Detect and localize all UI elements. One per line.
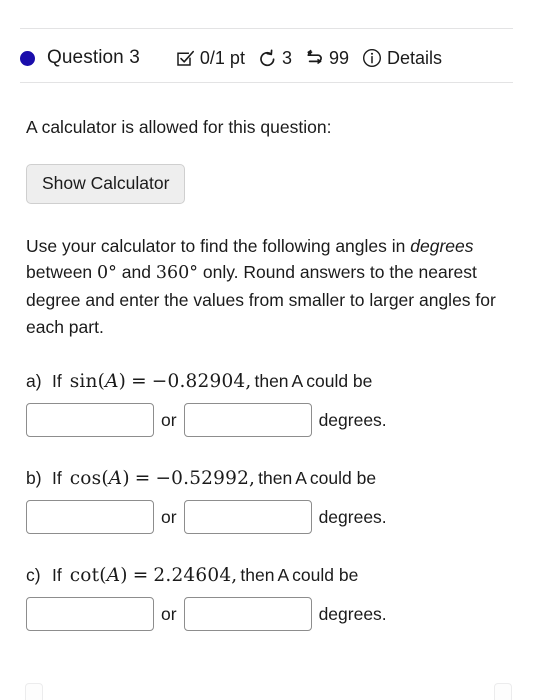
part-c-answer-input-1[interactable] bbox=[26, 597, 154, 632]
part-c-then-variable: A bbox=[277, 565, 290, 586]
part-b-if: If bbox=[52, 468, 62, 489]
part-b-paren-close: ) bbox=[122, 468, 130, 490]
attempts-group: 3 bbox=[258, 48, 292, 69]
part-b-then-variable: A bbox=[295, 468, 307, 489]
max-angle-value: 360° bbox=[155, 263, 199, 284]
part-a-or-label: or bbox=[161, 409, 177, 430]
part-a-variable: A bbox=[105, 371, 119, 393]
part-c-if: If bbox=[52, 565, 62, 586]
info-circle-icon[interactable] bbox=[362, 48, 382, 68]
part-a-if: If bbox=[52, 371, 62, 392]
part-a-value: −0.82904 bbox=[151, 371, 246, 393]
question-part-a: a) If sin(A) = −0.82904, then A could be o… bbox=[26, 370, 513, 438]
part-c-answer-row: or degrees. bbox=[26, 597, 513, 632]
details-label[interactable]: Details bbox=[387, 48, 442, 69]
question-header: Question 3 0/1 pt 3 99 Details bbox=[20, 40, 513, 76]
attempts-text: 3 bbox=[281, 47, 292, 68]
versions-text: 99 bbox=[328, 47, 349, 68]
part-a-then: then bbox=[254, 371, 289, 392]
part-b-paren-open: ( bbox=[101, 468, 109, 490]
part-b-comma: , bbox=[249, 468, 256, 490]
part-b-answer-input-2[interactable] bbox=[183, 500, 312, 535]
part-b-expression: cos(A) = −0.52992, bbox=[70, 467, 255, 491]
details-group[interactable]: Details bbox=[362, 48, 442, 69]
swap-arrows-icon bbox=[305, 49, 324, 68]
part-a-then-variable: A bbox=[291, 371, 304, 392]
instructions-paragraph: Use your calculator to find the followin… bbox=[26, 233, 513, 340]
instructions-emphasis: degrees bbox=[410, 235, 474, 256]
question-part-b: b) If cos(A) = −0.52992, then A could be o… bbox=[26, 467, 513, 535]
part-b-label: b) bbox=[26, 468, 42, 489]
part-b-unit-label: degrees. bbox=[318, 506, 387, 527]
versions-group: 99 bbox=[305, 48, 349, 69]
part-a-could-be: could be bbox=[306, 371, 373, 392]
part-c-answer-input-2[interactable] bbox=[183, 597, 312, 632]
part-c-equals: = bbox=[132, 565, 149, 587]
part-c-expression: cot(A) = 2.24604, bbox=[70, 564, 238, 588]
part-b-answer-input-1[interactable] bbox=[26, 500, 154, 535]
part-b-prompt: b) If cos(A) = −0.52992, then A could be bbox=[26, 467, 513, 491]
question-part-c: c) If cot(A) = 2.24604, then A could be or… bbox=[26, 564, 513, 632]
next-section-edge-left bbox=[25, 683, 43, 700]
question-body: A calculator is allowed for this questio… bbox=[26, 96, 513, 632]
part-c-comma: , bbox=[231, 565, 238, 587]
part-b-function: cos bbox=[69, 468, 102, 490]
question-status-dot bbox=[20, 50, 35, 66]
part-a-function: sin bbox=[69, 371, 98, 393]
part-b-variable: A bbox=[108, 468, 123, 490]
part-a-label: a) bbox=[26, 371, 42, 392]
question-page: Question 3 0/1 pt 3 99 Details A calcula… bbox=[0, 0, 533, 700]
min-angle-value: 0° bbox=[97, 263, 117, 284]
part-b-or-label: or bbox=[161, 506, 177, 527]
header-divider-bottom bbox=[20, 82, 513, 83]
question-meta: 0/1 pt 3 99 Details bbox=[176, 48, 442, 69]
part-a-paren-open: ( bbox=[97, 371, 106, 393]
part-c-prompt: c) If cot(A) = 2.24604, then A could be bbox=[26, 564, 513, 588]
score-group: 0/1 pt bbox=[176, 48, 245, 69]
part-b-equals: = bbox=[134, 468, 151, 490]
part-a-unit-label: degrees. bbox=[318, 409, 387, 430]
part-c-function: cot bbox=[69, 565, 100, 587]
calculator-note: A calculator is allowed for this questio… bbox=[26, 117, 332, 137]
part-b-then: then bbox=[258, 468, 293, 489]
part-c-then: then bbox=[240, 565, 275, 586]
show-calculator-button[interactable]: Show Calculator bbox=[26, 163, 186, 204]
part-c-paren-close: ) bbox=[120, 565, 128, 587]
part-c-unit-label: degrees. bbox=[318, 603, 387, 624]
instructions-segment-1: Use your calculator to find the followin… bbox=[26, 235, 411, 256]
part-a-answer-row: or degrees. bbox=[26, 403, 513, 438]
part-a-equals: = bbox=[131, 371, 147, 393]
score-text: 0/1 pt bbox=[199, 47, 245, 68]
part-a-prompt: a) If sin(A) = −0.82904, then A could be bbox=[26, 370, 513, 394]
part-b-could-be: could be bbox=[309, 468, 377, 489]
part-a-comma: , bbox=[245, 371, 252, 393]
next-section-edge-right bbox=[494, 683, 512, 700]
part-b-answer-row: or degrees. bbox=[26, 500, 513, 535]
part-a-paren-close: ) bbox=[118, 371, 127, 393]
checkbox-checked-icon bbox=[176, 49, 195, 68]
undo-rotate-icon bbox=[258, 48, 277, 68]
part-a-answer-input-1[interactable] bbox=[26, 403, 154, 438]
part-b-value: −0.52992 bbox=[155, 468, 250, 490]
part-c-could-be: could be bbox=[292, 565, 359, 586]
part-c-paren-open: ( bbox=[99, 565, 107, 587]
part-a-answer-input-2[interactable] bbox=[183, 403, 312, 438]
part-c-or-label: or bbox=[161, 603, 177, 624]
instructions-segment-2: between bbox=[26, 262, 98, 283]
question-title: Question 3 bbox=[47, 47, 140, 68]
part-c-label: c) bbox=[26, 565, 41, 586]
header-divider-top bbox=[20, 28, 513, 29]
instructions-segment-3: and bbox=[116, 262, 156, 283]
part-c-value: 2.24604 bbox=[153, 565, 232, 587]
part-c-variable: A bbox=[106, 565, 121, 587]
part-a-expression: sin(A) = −0.82904, bbox=[70, 370, 252, 394]
